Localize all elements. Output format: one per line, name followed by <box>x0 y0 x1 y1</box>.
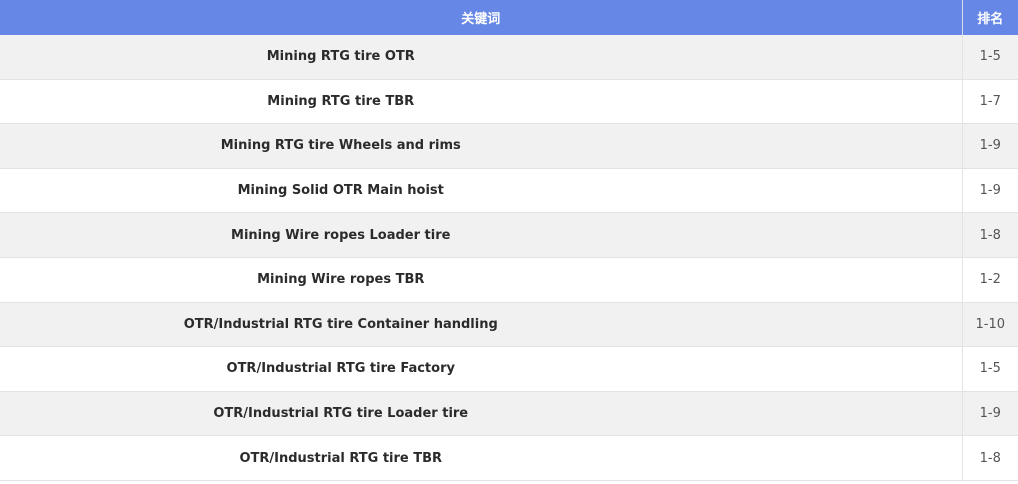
keyword-cell: Mining RTG tire TBR <box>0 79 963 125</box>
table-row: Mining RTG tire TBR 1-7 <box>0 79 1018 125</box>
keyword-cell: OTR/Industrial RTG tire Factory <box>0 346 963 392</box>
keyword-cell: OTR/Industrial RTG tire TBR <box>0 435 963 481</box>
keyword-cell: OTR/Industrial RTG tire Container handli… <box>0 302 963 348</box>
rank-cell: 1-5 <box>962 35 1018 80</box>
table-row: OTR/Industrial RTG tire Loader tire 1-9 <box>0 391 1018 437</box>
keyword-cell: Mining RTG tire Wheels and rims <box>0 123 963 169</box>
table-row: Mining Solid OTR Main hoist 1-9 <box>0 168 1018 214</box>
table-row: OTR/Industrial RTG tire Container handli… <box>0 302 1018 348</box>
keyword-cell: Mining Wire ropes TBR <box>0 257 963 303</box>
keyword-cell: Mining RTG tire OTR <box>0 35 963 80</box>
rank-cell: 1-7 <box>962 79 1018 125</box>
rank-cell: 1-5 <box>962 346 1018 392</box>
keyword-ranking-table: 关键词 排名 Mining RTG tire OTR 1-5 Mining RT… <box>0 0 1018 481</box>
rank-cell: 1-8 <box>962 435 1018 481</box>
keyword-cell: Mining Wire ropes Loader tire <box>0 212 963 258</box>
keyword-column-header: 关键词 <box>0 0 963 35</box>
keyword-cell: Mining Solid OTR Main hoist <box>0 168 963 214</box>
rank-cell: 1-9 <box>962 123 1018 169</box>
table-row: Mining Wire ropes Loader tire 1-8 <box>0 212 1018 258</box>
rank-cell: 1-2 <box>962 257 1018 303</box>
table-row: OTR/Industrial RTG tire Factory 1-5 <box>0 346 1018 392</box>
rank-cell: 1-10 <box>962 302 1018 348</box>
table-row: Mining RTG tire Wheels and rims 1-9 <box>0 123 1018 169</box>
table-body: Mining RTG tire OTR 1-5 Mining RTG tire … <box>0 35 1018 481</box>
rank-column-header: 排名 <box>962 0 1018 35</box>
table-row: OTR/Industrial RTG tire TBR 1-8 <box>0 435 1018 481</box>
rank-cell: 1-9 <box>962 168 1018 214</box>
rank-cell: 1-9 <box>962 391 1018 437</box>
table-header: 关键词 排名 <box>0 0 1018 35</box>
keyword-cell: OTR/Industrial RTG tire Loader tire <box>0 391 963 437</box>
table-row: Mining Wire ropes TBR 1-2 <box>0 257 1018 303</box>
table-row: Mining RTG tire OTR 1-5 <box>0 35 1018 80</box>
rank-cell: 1-8 <box>962 212 1018 258</box>
header-row: 关键词 排名 <box>0 0 1018 35</box>
